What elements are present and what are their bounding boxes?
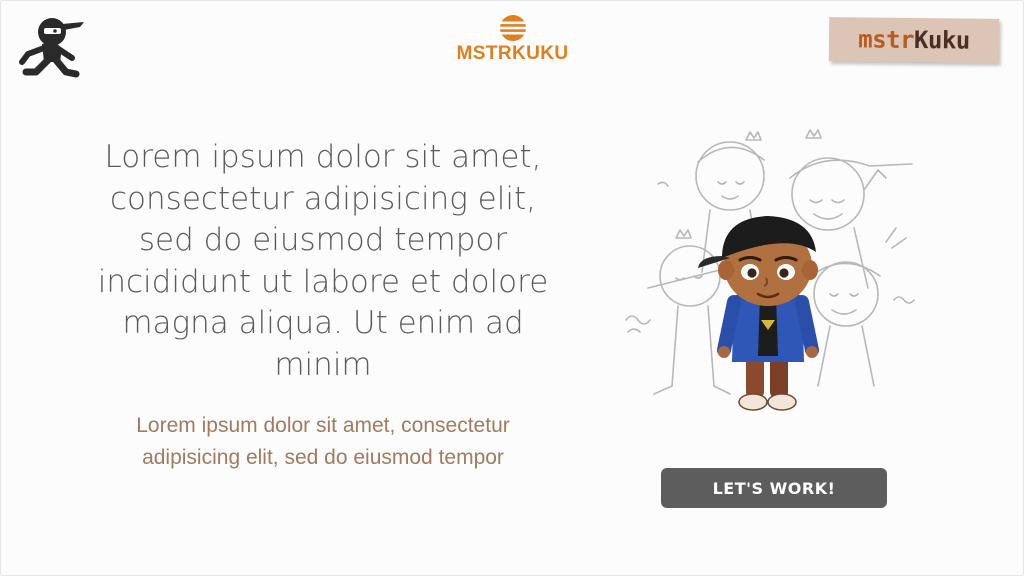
character-illustration [625,129,915,411]
sticker-text-part-2: Kuku [913,26,970,55]
sticker-text: mstrKuku [858,25,970,54]
hero-subtext: Lorem ipsum dolor sit amet, consectetur … [136,414,510,469]
sticker-text-part-1: mstr [858,25,915,54]
brand-logo[interactable]: MSTRKUKU [440,14,585,65]
hero-headline: Lorem ipsum dolor sit amet, consectetur … [97,139,549,383]
sticker-logo[interactable]: mstrKuku [828,17,1000,63]
striped-circle-icon [498,15,527,41]
lets-work-button[interactable]: LET'S WORK! [661,468,887,508]
brand-name: MSTRKUKU [456,43,569,64]
ninja-runner-icon[interactable] [14,14,90,86]
